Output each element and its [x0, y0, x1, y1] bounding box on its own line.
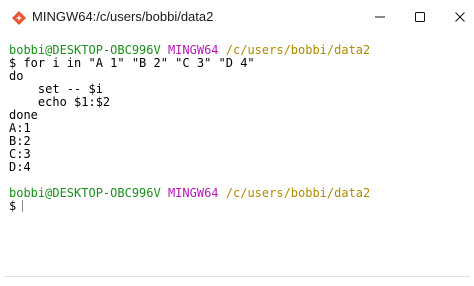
- terminal-area[interactable]: bobbi@DESKTOP-OBC996V MINGW64 /c/users/b…: [4, 36, 466, 276]
- title-bar[interactable]: MINGW64:/c/users/bobbi/data2: [0, 0, 474, 36]
- prompt-line: bobbi@DESKTOP-OBC996V MINGW64 /c/users/b…: [9, 187, 370, 200]
- prompt-user-host: bobbi@DESKTOP-OBC996V: [9, 43, 161, 57]
- input-line[interactable]: $: [9, 199, 24, 213]
- minimize-button[interactable]: [366, 4, 394, 30]
- maximize-icon: [415, 12, 425, 22]
- prompt-env: MINGW64: [167, 43, 219, 57]
- output-line: D:4: [9, 160, 31, 174]
- window-bottom-border: [4, 276, 470, 277]
- prompt-path: /c/users/bobbi/data2: [225, 43, 371, 57]
- close-icon: [455, 12, 465, 22]
- prompt-user-host: bobbi@DESKTOP-OBC996V: [9, 186, 161, 200]
- prompt-path: /c/users/bobbi/data2: [225, 186, 371, 200]
- minimize-icon: [375, 16, 385, 18]
- terminal-window: MINGW64:/c/users/bobbi/data2 bobbi@DESKT…: [0, 0, 474, 286]
- scrollbar[interactable]: [466, 36, 474, 276]
- output-line: $ for i in "A 1" "B 2" "C 3" "D 4": [9, 56, 255, 70]
- close-button[interactable]: [446, 4, 474, 30]
- text-cursor: [22, 200, 24, 212]
- window-title: MINGW64:/c/users/bobbi/data2: [32, 9, 214, 24]
- prompt-symbol: $: [9, 199, 17, 213]
- mingw-icon: [12, 11, 26, 25]
- prompt-env: MINGW64: [167, 186, 219, 200]
- maximize-button[interactable]: [406, 4, 434, 30]
